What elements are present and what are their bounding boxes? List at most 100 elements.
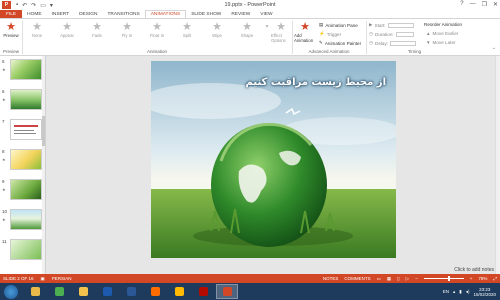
notes-button[interactable]: NOTES	[323, 276, 339, 281]
start-dropdown[interactable]: ▶ Start:	[369, 22, 414, 28]
zoom-slider[interactable]	[423, 276, 464, 281]
slide-thumbnail[interactable]	[10, 89, 42, 110]
qat-customize-icon[interactable]: ▾	[50, 2, 53, 9]
thumbnail-item[interactable]: 11	[2, 239, 45, 263]
delay-field[interactable]	[390, 40, 417, 46]
firefox-icon	[150, 287, 160, 296]
fit-slide-icon[interactable]: ⤢	[493, 276, 497, 281]
thumbnail-item[interactable]: 7	[2, 119, 45, 143]
animation-star-icon: ★	[2, 67, 6, 72]
status-bar: SLIDE 2 OF 16 ▣ PERSIAN NOTES COMMENTS ▭…	[0, 274, 500, 283]
effect-wipe[interactable]: ★ Wipe	[206, 21, 228, 38]
slide-thumbnail[interactable]	[10, 239, 42, 260]
language-indicator[interactable]: EN	[443, 289, 449, 294]
effect-float-in[interactable]: ★ Float In	[146, 21, 168, 38]
tab-design[interactable]: DESIGN	[74, 10, 102, 18]
minimize-button[interactable]: —	[470, 1, 476, 8]
maximize-button[interactable]: ❐	[482, 1, 487, 8]
thumbnail-item[interactable]: 10 ★	[2, 209, 45, 233]
duration-field[interactable]	[395, 31, 414, 37]
delay-spinner[interactable]: ◷ Delay:	[369, 40, 417, 46]
clock[interactable]: 23:23 15/02/2020	[473, 287, 496, 297]
slide-title[interactable]: از محیط زیست مراقبت کنیم	[246, 77, 386, 88]
windows-taskbar: EN ▴ ▮ ◂) 23:23 15/02/2020	[0, 283, 500, 300]
firefox-app[interactable]	[144, 284, 166, 299]
scrollbar-thumb[interactable]	[42, 116, 45, 146]
undo-icon[interactable]: ↶	[22, 2, 27, 9]
thumbnails-scrollbar[interactable]	[42, 56, 45, 274]
effect-appear[interactable]: ★ Appear	[56, 21, 78, 38]
editor-scrollbar[interactable]	[495, 56, 500, 274]
current-slide[interactable]: از محیط زیست مراقبت کنیم	[151, 61, 396, 258]
explorer-app[interactable]	[24, 284, 46, 299]
animation-pane-button[interactable]: ▤ Animation Pane	[319, 22, 358, 28]
folder-app[interactable]	[168, 284, 190, 299]
normal-view-icon[interactable]: ▭	[377, 276, 381, 282]
add-animation-button[interactable]: ★ Add Animation	[294, 21, 316, 43]
star-icon: ★	[92, 21, 102, 33]
slide-thumbnail[interactable]	[10, 119, 42, 140]
tab-view[interactable]: VIEW	[255, 10, 277, 18]
zoom-in-button[interactable]: +	[470, 276, 473, 281]
animation-painter-button[interactable]: ✎ Animation Painter	[319, 40, 361, 46]
move-later-button[interactable]: ▼ Move Later	[426, 40, 456, 45]
slide-sorter-icon[interactable]: ▦	[387, 276, 391, 282]
effect-options-button[interactable]: ★ Effect Options	[271, 21, 291, 43]
trigger-button[interactable]: ⚡ Trigger	[319, 31, 341, 37]
tab-file[interactable]: FILE	[0, 10, 23, 18]
up-arrow-icon[interactable]: ▴	[453, 289, 455, 295]
thumbnail-item[interactable]: 9 ★	[2, 179, 45, 203]
thumbnail-item[interactable]: 6 ★	[2, 89, 45, 113]
close-button[interactable]: ✕	[493, 1, 498, 8]
animation-star-icon: ★	[2, 187, 6, 192]
reading-view-icon[interactable]: ▯	[397, 276, 399, 282]
effect-shape[interactable]: ★ Shape	[236, 21, 258, 38]
tab-slide-show[interactable]: SLIDE SHOW	[186, 10, 226, 18]
files-app[interactable]	[72, 284, 94, 299]
effect-none[interactable]: ★ None	[26, 21, 48, 38]
duration-spinner[interactable]: ◷ Duration:	[369, 31, 414, 37]
zoom-level[interactable]: 78%	[478, 276, 487, 281]
slide-thumbnail[interactable]	[10, 209, 42, 230]
network-icon[interactable]: ▮	[459, 289, 461, 295]
comments-button[interactable]: COMMENTS	[344, 276, 370, 281]
powerpoint-app[interactable]	[216, 284, 238, 299]
help-button[interactable]: ?	[460, 1, 463, 8]
group-label-animation: Animation	[146, 49, 167, 54]
effect-fly-in[interactable]: ★ Fly In	[116, 21, 138, 38]
move-earlier-button[interactable]: ▲ Move Earlier	[426, 31, 458, 36]
save-icon[interactable]: ▪	[16, 2, 18, 8]
slide-thumbnails-pane: 5 ★ 6 ★ 7 8 ★ 9 ★ 10 ★ 11	[0, 56, 46, 274]
word-app[interactable]	[120, 284, 142, 299]
tab-insert[interactable]: INSERT	[47, 10, 75, 18]
acrobat-app[interactable]	[192, 284, 214, 299]
collapse-ribbon-icon[interactable]: ⌃	[492, 47, 496, 53]
spellcheck-icon[interactable]: ▣	[41, 276, 45, 282]
start-button[interactable]	[4, 284, 18, 299]
tab-transitions[interactable]: TRANSITIONS	[102, 10, 144, 18]
zoom-out-button[interactable]: −	[415, 276, 418, 281]
arrow-down-icon: ▼	[426, 40, 431, 45]
effect-fade[interactable]: ★ Fade	[86, 21, 108, 38]
start-field[interactable]	[387, 22, 414, 28]
redo-icon[interactable]: ↷	[31, 2, 36, 9]
chrome-app[interactable]	[48, 284, 70, 299]
start-from-beginning-icon[interactable]: ▭	[40, 2, 46, 9]
tab-animations[interactable]: ANIMATIONS	[144, 10, 187, 18]
thumbnail-item[interactable]: 5 ★	[2, 59, 45, 83]
slide-thumbnail[interactable]	[10, 179, 42, 200]
tab-home[interactable]: HOME	[22, 10, 46, 18]
slide-thumbnail[interactable]	[10, 149, 42, 170]
pane-icon: ▤	[319, 22, 324, 27]
zoom-slider-knob[interactable]	[447, 276, 450, 281]
thumbnail-item[interactable]: 8 ★	[2, 149, 45, 173]
slideshow-icon[interactable]: ▷	[406, 276, 409, 282]
preview-button[interactable]: ★ Preview	[2, 21, 20, 38]
tab-review[interactable]: REVIEW	[226, 10, 255, 18]
slide-thumbnail[interactable]	[10, 59, 42, 80]
volume-icon[interactable]: ◂)	[466, 289, 470, 295]
notes-placeholder[interactable]: Click to add notes	[454, 267, 494, 273]
language-indicator[interactable]: PERSIAN	[52, 276, 72, 282]
media-app[interactable]	[96, 284, 118, 299]
effect-split[interactable]: ★ Split	[176, 21, 198, 38]
